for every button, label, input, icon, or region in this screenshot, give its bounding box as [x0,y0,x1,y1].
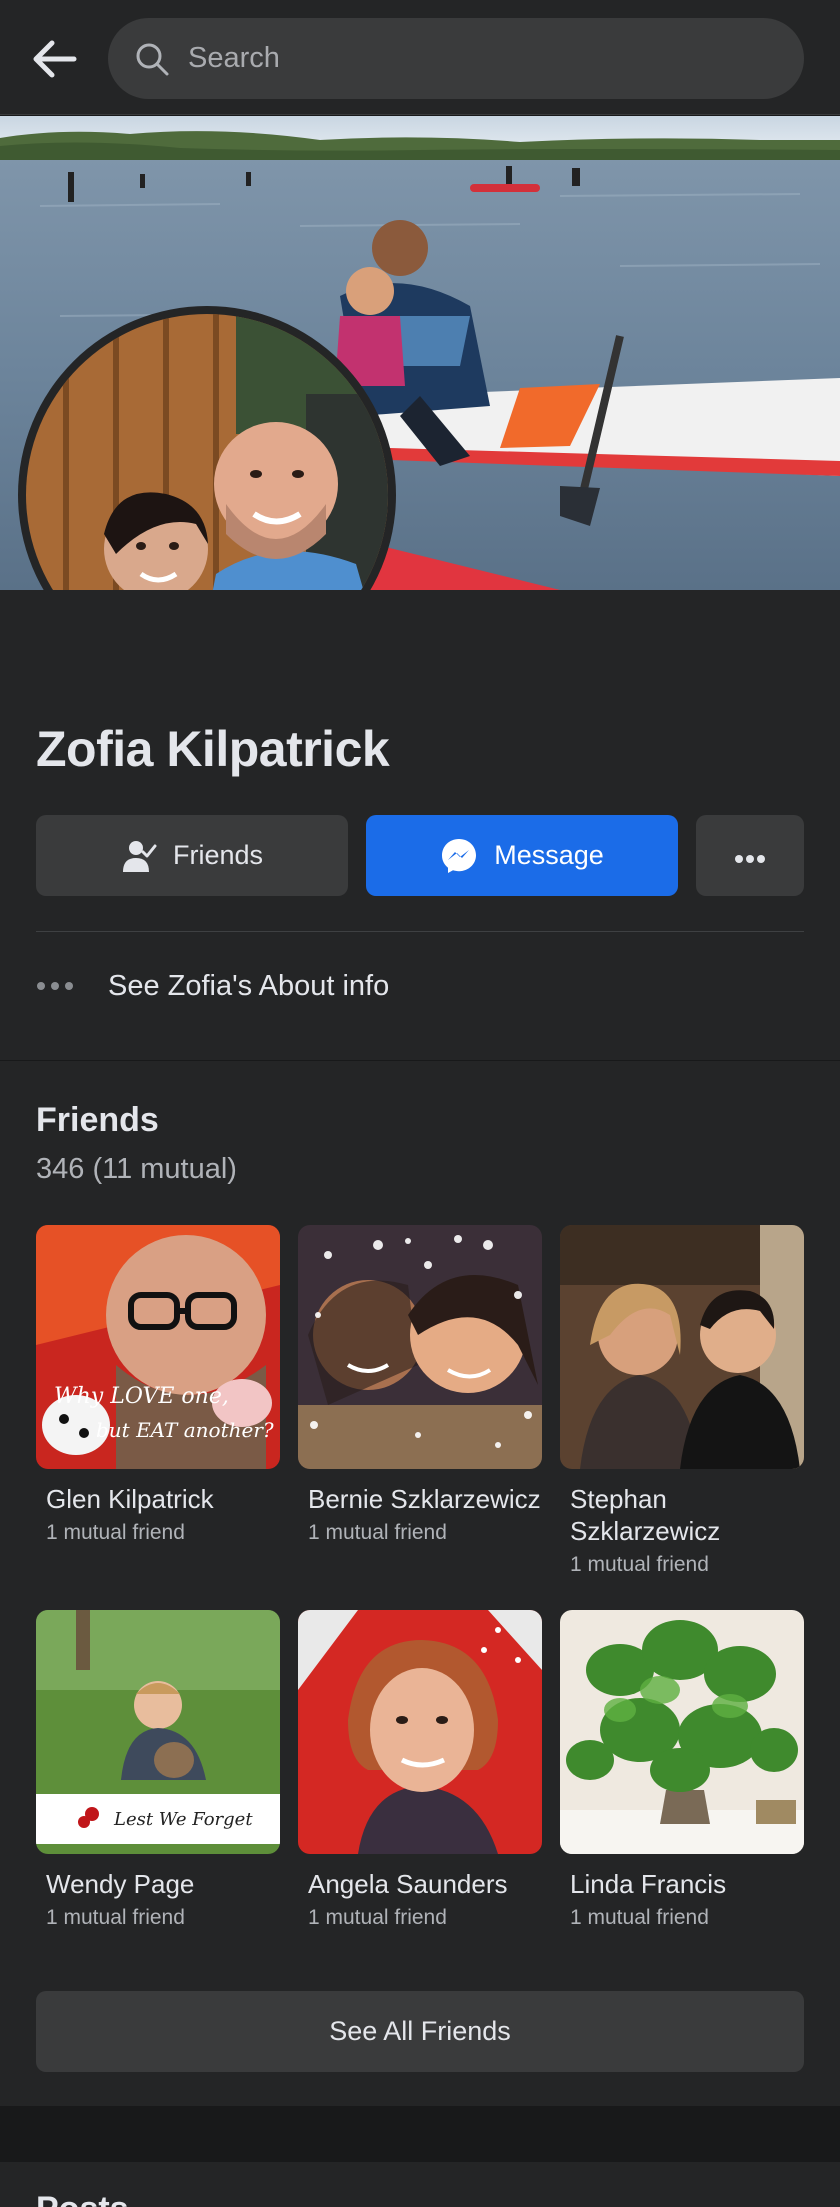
friend-photo [560,1225,804,1469]
friend-photo: Why LOVE one, but EAT another? [36,1225,280,1469]
friends-section-title: Friends [36,1101,159,1139]
friend-card[interactable]: Bernie Szklarzewicz 1 mutual friend [298,1225,542,1545]
friend-mutual-count: 1 mutual friend [46,1521,185,1544]
friend-card[interactable]: Linda Francis 1 mutual friend [560,1610,804,1930]
friend-card[interactable]: Stephan Szklarzewicz 1 mutual friend [560,1225,804,1577]
messenger-icon [440,837,478,875]
message-button[interactable]: Message [366,815,678,896]
friend-card[interactable]: Angela Saunders 1 mutual friend [298,1610,542,1930]
friend-mutual-count: 1 mutual friend [308,1521,447,1544]
more-dots-icon [734,840,766,871]
friend-person-check-icon [121,838,157,874]
photo-slogan-line2: but EAT another? [96,1418,274,1442]
friend-photo [298,1610,542,1854]
ellipsis-icon [36,981,108,991]
posts-section-title: Posts [36,2190,129,2207]
friend-photo: Lest We Forget [36,1610,280,1854]
friend-name: Bernie Szklarzewicz [308,1484,541,1514]
photo-banner-text: Lest We Forget [113,1809,253,1830]
profile-header: Zofia Kilpatrick Friends Message See Zof… [0,590,840,1060]
friend-mutual-count: 1 mutual friend [570,1553,709,1576]
friend-photo [560,1610,804,1854]
back-arrow-icon [33,40,77,78]
photo-slogan-line1: Why LOVE one, [54,1384,229,1409]
friend-name: Linda Francis [570,1869,727,1899]
friend-mutual-count: 1 mutual friend [570,1906,709,1929]
see-all-friends-button[interactable]: See All Friends [36,1991,804,2072]
friend-name: Glen Kilpatrick [46,1484,214,1514]
search-bar[interactable] [108,18,804,99]
friends-button[interactable]: Friends [36,815,348,896]
friend-name: Wendy Page [46,1869,195,1899]
friends-button-label: Friends [172,840,264,870]
back-button[interactable] [26,34,82,84]
friend-name: Angela Saunders [308,1869,508,1899]
friend-card[interactable]: Why LOVE one, but EAT another? Glen Kilp… [36,1225,280,1545]
search-icon [136,43,169,75]
friend-mutual-count: 1 mutual friend [46,1906,185,1929]
friend-card[interactable]: Lest We Forget Wendy Page 1 mutual frien… [36,1610,280,1930]
profile-name: Zofia Kilpatrick [36,721,390,777]
search-input[interactable] [188,42,804,75]
more-options-button[interactable] [696,815,804,896]
friend-name: Stephan Szklarzewicz [570,1484,721,1546]
friend-photo [298,1225,542,1469]
top-bar [0,0,840,115]
about-info-label: See Zofia's About info [108,969,390,1002]
posts-section: Posts [0,2162,840,2207]
friends-count: 346 (11 mutual) [36,1153,237,1185]
divider [36,931,804,932]
about-info-link[interactable]: See Zofia's About info [36,958,804,1014]
friends-section: Friends 346 (11 mutual) Why LOVE one, bu… [0,1061,840,2106]
message-button-label: Message [494,840,604,870]
friend-mutual-count: 1 mutual friend [308,1906,447,1929]
